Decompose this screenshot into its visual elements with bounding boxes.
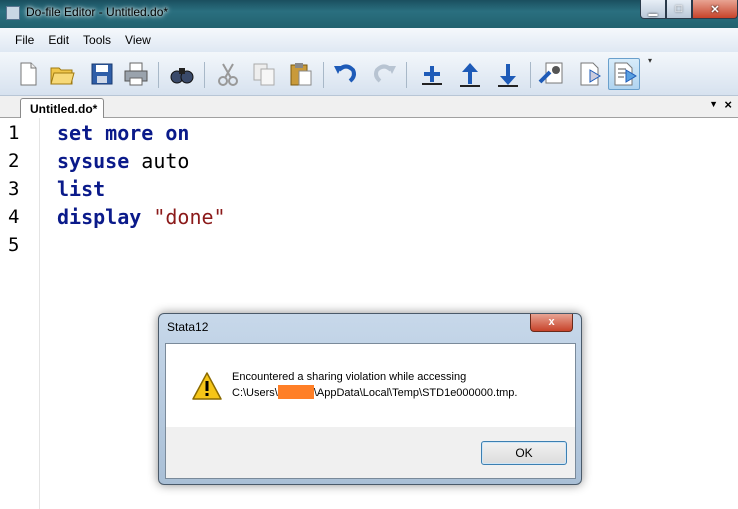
toolbar-separator (158, 62, 159, 88)
minimize-button[interactable]: ▁ (640, 0, 666, 19)
close-tab-icon[interactable]: × (724, 97, 732, 112)
next-bookmark-icon (498, 64, 518, 87)
dialog-message: Encountered a sharing violation while ac… (232, 371, 467, 383)
toolbar-separator (530, 62, 531, 88)
menu-bar: File Edit Tools View (0, 28, 738, 52)
maximize-icon: □ (675, 3, 683, 15)
previous-bookmark-button[interactable] (454, 58, 486, 90)
find-icon (170, 68, 194, 84)
code-line: sysuse auto (57, 149, 189, 173)
dialog-title: Stata12 (167, 320, 209, 334)
line-number: 4 (8, 206, 20, 228)
ok-button[interactable]: OK (481, 441, 567, 465)
app-icon (6, 6, 20, 20)
previous-bookmark-icon (460, 63, 480, 87)
cut-icon (218, 63, 238, 86)
keyword: sysuse (57, 149, 130, 173)
toggle-bookmark-icon (422, 66, 442, 85)
execute-quietly-button[interactable] (574, 58, 606, 90)
menu-file[interactable]: File (8, 33, 41, 47)
show-file-button[interactable] (536, 58, 568, 90)
copy-icon (253, 63, 275, 86)
line-number: 3 (8, 178, 20, 200)
string-literal: "done" (153, 205, 226, 229)
close-icon: x (548, 316, 555, 328)
undo-button[interactable] (330, 58, 362, 90)
line-number-gutter: 1 2 3 4 5 (0, 118, 40, 509)
line-number: 1 (8, 122, 20, 144)
line-number: 2 (8, 150, 20, 172)
new-file-button[interactable] (12, 58, 44, 90)
window-controls: ▁ □ ✕ (640, 0, 738, 20)
close-icon: ✕ (710, 3, 720, 16)
toolbar-separator (323, 62, 324, 88)
minimize-icon: ▁ (648, 3, 658, 16)
open-button[interactable] (46, 58, 78, 90)
error-dialog: Stata12 x Encountered a sharing violatio… (158, 313, 582, 485)
show-file-icon (538, 62, 563, 84)
cut-button[interactable] (212, 58, 244, 90)
print-button[interactable] (120, 58, 152, 90)
paste-button[interactable] (285, 58, 317, 90)
execute-quietly-icon (580, 62, 601, 86)
path-prefix: C:\Users\ (232, 387, 278, 399)
menu-view[interactable]: View (118, 33, 158, 47)
toolbar-separator (406, 62, 407, 88)
code-line: set more on (57, 121, 189, 145)
redaction-box (277, 385, 314, 399)
menu-edit[interactable]: Edit (41, 33, 76, 47)
undo-icon (334, 64, 356, 83)
toolbar-separator (204, 62, 205, 88)
code-line: display "done" (57, 205, 226, 229)
keyword: list (57, 177, 106, 201)
keyword: display (57, 205, 142, 229)
warning-icon (192, 372, 222, 400)
execute-do-button[interactable] (608, 58, 640, 90)
menu-tools[interactable]: Tools (76, 33, 118, 47)
save-icon (91, 63, 113, 85)
window-title: Do-file Editor - Untitled.do* (26, 5, 169, 19)
toolbar-overflow-chevron[interactable]: ▾ (648, 56, 656, 92)
next-bookmark-button[interactable] (492, 58, 524, 90)
save-button[interactable] (86, 58, 118, 90)
dialog-path: C:\Users\ \AppData\Local\Temp\STD1e000000… (232, 385, 517, 399)
tab-list-dropdown-icon[interactable]: ▼ (709, 99, 718, 109)
toolbar (0, 52, 738, 96)
print-icon (124, 62, 148, 86)
dialog-message-area: Encountered a sharing violation while ac… (166, 344, 575, 427)
close-window-button[interactable]: ✕ (692, 0, 738, 19)
redo-icon (374, 64, 396, 83)
tab-strip: Untitled.do* ▼ × (0, 96, 738, 119)
dialog-close-button[interactable]: x (530, 314, 573, 332)
keyword: set more on (57, 121, 190, 145)
line-number: 5 (8, 234, 20, 256)
path-suffix: \AppData\Local\Temp\STD1e000000.tmp. (313, 387, 518, 399)
dialog-body: Encountered a sharing violation while ac… (165, 343, 576, 479)
redo-button[interactable] (368, 58, 400, 90)
tab-untitled[interactable]: Untitled.do* (20, 98, 104, 119)
paste-icon (290, 63, 312, 86)
find-button[interactable] (166, 58, 198, 90)
window-titlebar: Do-file Editor - Untitled.do* ▁ □ ✕ (0, 0, 738, 28)
open-folder-icon (50, 67, 75, 85)
new-file-icon (20, 62, 37, 86)
code-text: auto (129, 149, 190, 173)
toggle-bookmark-button[interactable] (416, 58, 448, 90)
maximize-button[interactable]: □ (666, 0, 692, 19)
copy-button[interactable] (248, 58, 280, 90)
execute-do-icon (614, 62, 637, 86)
code-line: list (57, 177, 105, 201)
